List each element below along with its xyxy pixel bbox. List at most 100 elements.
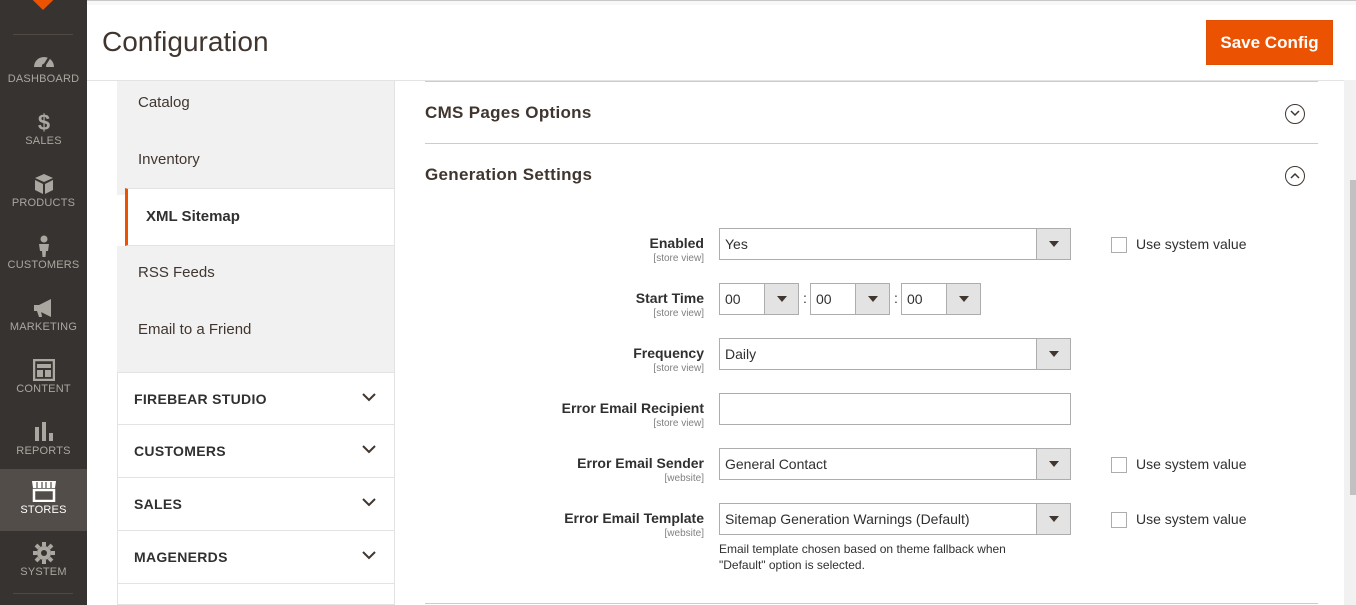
dropdown-arrow-icon bbox=[1036, 504, 1070, 534]
chevron-down-icon bbox=[362, 445, 376, 454]
frequency-select[interactable]: Daily bbox=[719, 338, 1071, 370]
use-system-value-label[interactable]: Use system value bbox=[1136, 236, 1246, 252]
error-template-label: Error Email Template bbox=[564, 510, 704, 526]
group-customers[interactable]: CUSTOMERS bbox=[117, 425, 395, 478]
tab-rss-feeds[interactable]: RSS Feeds bbox=[117, 246, 395, 302]
enabled-label: Enabled bbox=[649, 235, 704, 251]
nav-content[interactable]: CONTENT bbox=[0, 348, 87, 410]
start-time-minute-select[interactable]: 00 bbox=[810, 283, 890, 315]
nav-marketing[interactable]: MARKETING bbox=[0, 286, 87, 348]
nav-label: SYSTEM bbox=[20, 566, 67, 578]
group-firebear-studio[interactable]: FIREBEAR STUDIO bbox=[117, 372, 395, 425]
error-sender-scope: [website] bbox=[664, 473, 704, 484]
group-next[interactable] bbox=[117, 584, 395, 605]
group-label: FIREBEAR STUDIO bbox=[134, 391, 267, 407]
error-recipient-label: Error Email Recipient bbox=[561, 400, 704, 416]
page-title: Configuration bbox=[102, 26, 269, 57]
chevron-down-icon bbox=[362, 393, 376, 402]
megaphone-icon bbox=[33, 299, 51, 317]
nav-products[interactable]: PRODUCTS bbox=[0, 162, 87, 224]
error-template-value: Sitemap Generation Warnings (Default) bbox=[725, 511, 970, 527]
start-time-second-select[interactable]: 00 bbox=[901, 283, 981, 315]
box-icon bbox=[34, 174, 53, 194]
nav-label: DASHBOARD bbox=[7, 73, 80, 85]
tab-xml-sitemap[interactable]: XML Sitemap bbox=[125, 188, 395, 246]
nav-sales[interactable]: $ SALES bbox=[0, 100, 87, 162]
bar-chart-icon bbox=[34, 422, 53, 441]
store-icon bbox=[31, 481, 56, 502]
magento-logo[interactable] bbox=[33, 0, 53, 10]
gear-icon bbox=[32, 542, 55, 564]
group-sales[interactable]: SALES bbox=[117, 478, 395, 531]
frequency-scope: [store view] bbox=[653, 363, 704, 374]
nav-label: CONTENT bbox=[16, 383, 71, 395]
dropdown-arrow-icon bbox=[764, 284, 798, 314]
nav-label: CUSTOMERS bbox=[7, 259, 80, 271]
save-config-button[interactable]: Save Config bbox=[1206, 20, 1333, 65]
nav-reports[interactable]: REPORTS bbox=[0, 410, 87, 472]
error-template-select[interactable]: Sitemap Generation Warnings (Default) bbox=[719, 503, 1071, 535]
enabled-value: Yes bbox=[725, 236, 748, 252]
section-generation-settings[interactable]: Generation Settings bbox=[425, 165, 592, 185]
chevron-down-icon bbox=[362, 551, 376, 560]
error-sender-use-system-checkbox[interactable] bbox=[1111, 457, 1127, 473]
use-system-value-label[interactable]: Use system value bbox=[1136, 511, 1246, 527]
use-system-value-label[interactable]: Use system value bbox=[1136, 456, 1246, 472]
dropdown-arrow-icon bbox=[855, 284, 889, 314]
dropdown-arrow-icon bbox=[1036, 449, 1070, 479]
section-divider bbox=[425, 81, 1318, 82]
group-label: CUSTOMERS bbox=[134, 443, 226, 459]
start-time-scope: [store view] bbox=[653, 308, 704, 319]
tab-email-to-friend[interactable]: Email to a Friend bbox=[117, 302, 395, 372]
scrollbar-thumb[interactable] bbox=[1350, 180, 1356, 495]
hour-value: 00 bbox=[725, 291, 741, 307]
admin-menu: DASHBOARD $ SALES PRODUCTS CUSTOMERS MAR… bbox=[0, 0, 87, 605]
start-time-hour-select[interactable]: 00 bbox=[719, 283, 799, 315]
group-magenerds[interactable]: MAGENERDS bbox=[117, 531, 395, 584]
second-value: 00 bbox=[907, 291, 923, 307]
enabled-scope: [store view] bbox=[653, 253, 704, 264]
frequency-label: Frequency bbox=[633, 345, 704, 361]
collapse-section-toggle[interactable] bbox=[1285, 166, 1305, 186]
enabled-select[interactable]: Yes bbox=[719, 228, 1071, 260]
section-cms-pages-options[interactable]: CMS Pages Options bbox=[425, 103, 592, 123]
nav-label: REPORTS bbox=[16, 445, 71, 457]
enabled-use-system-checkbox[interactable] bbox=[1111, 237, 1127, 253]
section-divider bbox=[425, 603, 1318, 604]
time-separator: : bbox=[894, 290, 898, 306]
top-border bbox=[87, 0, 1356, 5]
section-divider bbox=[425, 143, 1318, 144]
dropdown-arrow-icon bbox=[1036, 229, 1070, 259]
nav-label: MARKETING bbox=[9, 321, 78, 333]
nav-customers[interactable]: CUSTOMERS bbox=[0, 224, 87, 286]
chevron-up-icon bbox=[1290, 172, 1300, 179]
nav-label: SALES bbox=[25, 135, 62, 147]
nav-label: PRODUCTS bbox=[11, 197, 76, 209]
group-label: SALES bbox=[134, 496, 183, 512]
dollar-icon: $ bbox=[37, 111, 49, 133]
error-sender-label: Error Email Sender bbox=[577, 455, 704, 471]
expand-section-toggle[interactable] bbox=[1285, 104, 1305, 124]
nav-stores[interactable]: STORES bbox=[0, 469, 87, 531]
nav-label: STORES bbox=[20, 504, 67, 516]
nav-dashboard[interactable]: DASHBOARD bbox=[0, 38, 87, 100]
dropdown-arrow-icon bbox=[1036, 339, 1070, 369]
chevron-down-icon bbox=[1290, 110, 1300, 117]
tab-catalog[interactable]: Catalog bbox=[117, 81, 395, 138]
config-sidebar: Catalog Inventory XML Sitemap RSS Feeds … bbox=[117, 81, 395, 605]
tab-inventory[interactable]: Inventory bbox=[117, 138, 395, 195]
template-note: Email template chosen based on theme fal… bbox=[719, 542, 1006, 572]
svg-text:$: $ bbox=[37, 111, 49, 133]
error-template-scope: [website] bbox=[664, 528, 704, 539]
minute-value: 00 bbox=[816, 291, 832, 307]
dashboard-icon bbox=[33, 57, 54, 69]
group-label: MAGENERDS bbox=[134, 549, 228, 565]
nav-system[interactable]: SYSTEM bbox=[0, 531, 87, 593]
error-sender-value: General Contact bbox=[725, 456, 827, 472]
error-recipient-scope: [store view] bbox=[653, 418, 704, 429]
error-sender-select[interactable]: General Contact bbox=[719, 448, 1071, 480]
error-recipient-input[interactable] bbox=[719, 393, 1071, 425]
nav-divider bbox=[13, 593, 73, 594]
frequency-value: Daily bbox=[725, 346, 757, 362]
error-template-use-system-checkbox[interactable] bbox=[1111, 512, 1127, 528]
